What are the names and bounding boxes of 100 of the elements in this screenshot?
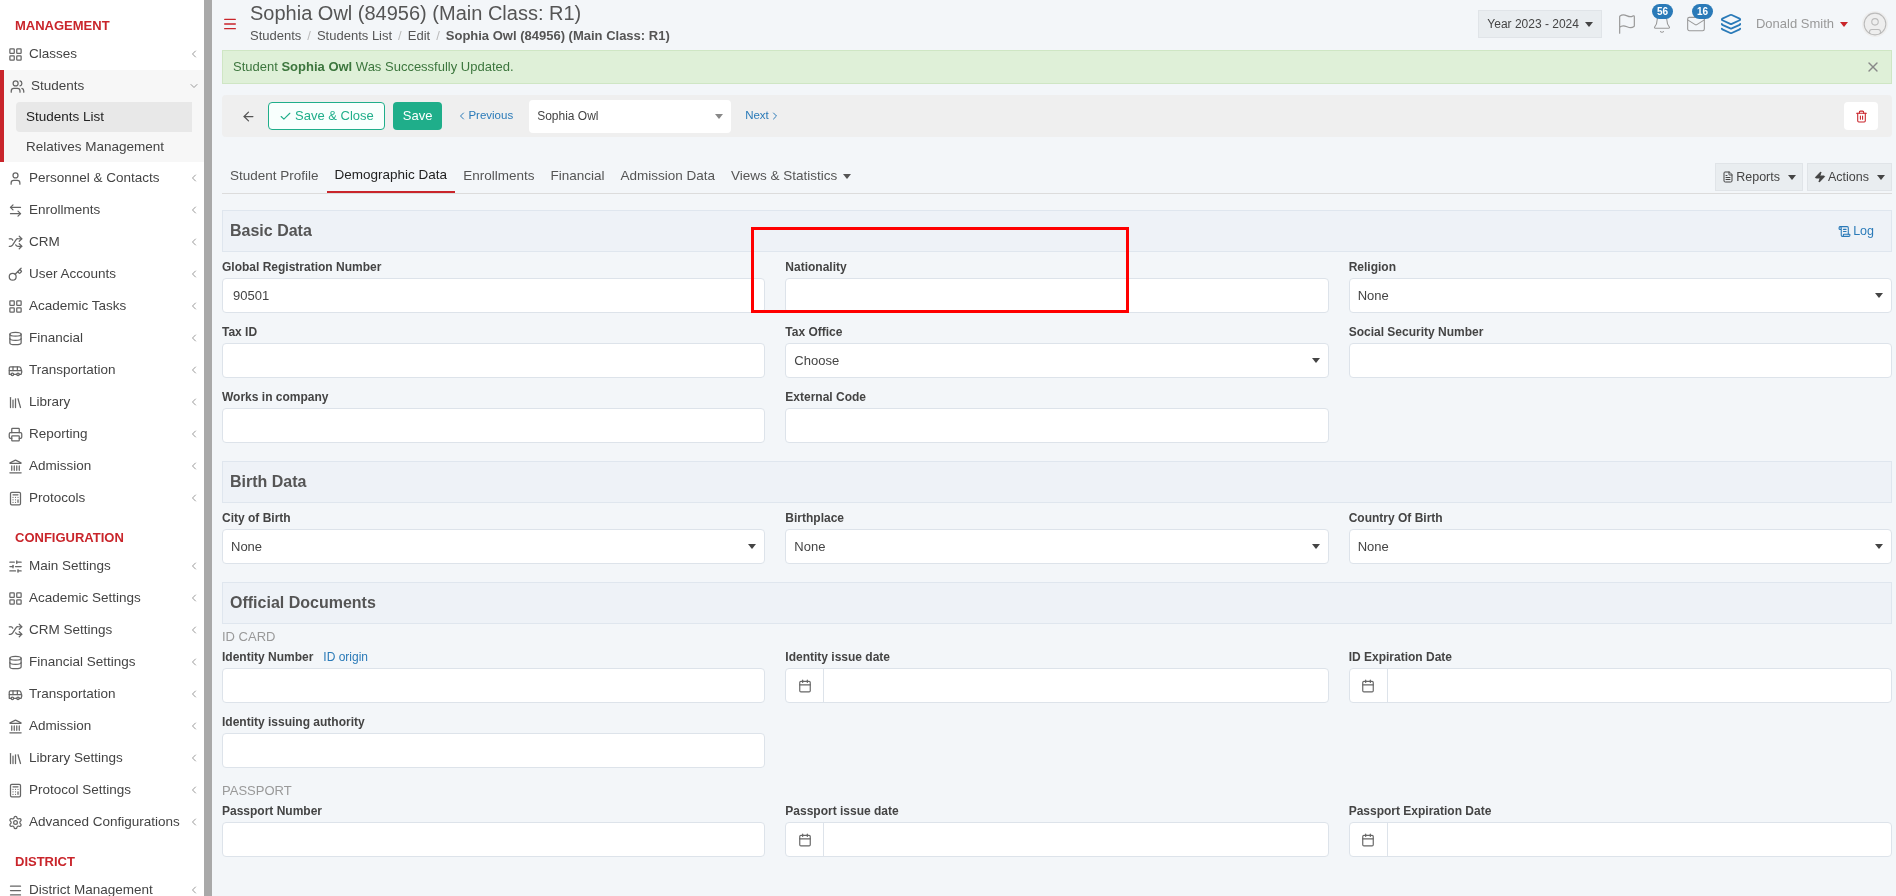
bank-icon (8, 718, 23, 734)
field-label: Religion (1348, 259, 1396, 276)
sidebar-subitem[interactable]: Relatives Management (16, 132, 192, 162)
tab[interactable]: Student Profile (222, 159, 327, 193)
sidebar-item-label: Main Settings (29, 556, 112, 575)
previous-link[interactable]: Previous (456, 107, 514, 125)
select-field[interactable]: None (785, 529, 1329, 564)
calendar-icon (1361, 832, 1376, 847)
caret-icon (843, 173, 852, 179)
message-badge: 16 (1691, 4, 1714, 19)
date-field[interactable] (785, 668, 1329, 703)
sidebar-item[interactable]: Personnel & Contacts (0, 162, 204, 194)
sidebar-item[interactable]: Library Settings (0, 742, 204, 774)
sidebar-item[interactable]: Admission (0, 450, 204, 482)
sidebar-item-label: Financial Settings (29, 652, 137, 671)
menu-icon[interactable] (222, 16, 238, 32)
input-field[interactable] (785, 278, 1329, 313)
sidebar-item[interactable]: Transportation (0, 354, 204, 386)
sidebar-item[interactable]: Financial (0, 322, 204, 354)
calendar-icon (1361, 678, 1376, 693)
caret-icon (1840, 22, 1848, 28)
field-label: Identity Number (222, 649, 314, 666)
field-label: Passport Number (222, 803, 323, 820)
reports-button[interactable]: Reports (1715, 163, 1803, 191)
sidebar-item[interactable]: Protocol Settings (0, 774, 204, 806)
date-field[interactable] (1348, 822, 1892, 857)
field-label: Tax ID (222, 324, 258, 341)
sidebar-item-label: Protocols (29, 488, 87, 507)
actions-button[interactable]: Actions (1807, 163, 1892, 191)
breadcrumb-item[interactable]: Edit (407, 26, 431, 46)
calculator-icon (8, 490, 23, 506)
mail-icon[interactable] (1685, 14, 1706, 34)
breadcrumb-item[interactable]: Students List (316, 26, 393, 46)
printer-icon (8, 426, 23, 442)
sidebar-item-label: Financial (29, 328, 85, 347)
sidebar-item[interactable]: Main Settings (0, 550, 204, 582)
grid-icon (8, 590, 23, 606)
student-select[interactable]: Sophia Owl (529, 99, 732, 133)
section-title: Birth Data (230, 472, 307, 492)
input-field[interactable]: 90501 (222, 278, 766, 313)
sidebar-item-label: Advanced Configurations (29, 812, 181, 831)
breadcrumb-item[interactable]: Students (250, 26, 302, 46)
date-field[interactable] (1348, 668, 1892, 703)
sidebar-item[interactable]: District Management (0, 874, 204, 896)
sidebar-item[interactable]: Academic Settings (0, 582, 204, 614)
sidebar-item[interactable]: Students (4, 70, 204, 102)
sidebar-item[interactable]: Financial Settings (0, 646, 204, 678)
input-field[interactable] (1348, 343, 1892, 378)
sidebar-subitem[interactable]: Students List (16, 102, 192, 132)
sidebar-item-label: Reporting (29, 424, 89, 443)
input-field[interactable] (222, 408, 766, 443)
input-field[interactable] (222, 343, 766, 378)
sidebar-item-label: Personnel & Contacts (29, 168, 161, 187)
sidebar-item-label: Protocol Settings (29, 780, 133, 799)
next-link[interactable]: Next (745, 107, 781, 125)
trash-icon (1854, 109, 1868, 123)
breadcrumb-separator: / (307, 27, 311, 46)
field-label: Passport issue date (785, 803, 899, 820)
input-field[interactable] (222, 733, 766, 768)
input-field[interactable] (222, 822, 766, 857)
date-field[interactable] (785, 822, 1329, 857)
id-origin-link[interactable]: ID origin (323, 648, 369, 666)
select-field[interactable]: Choose (785, 343, 1329, 378)
sidebar-item[interactable]: Protocols (0, 482, 204, 514)
page-title: Sophia Owl (84956) (Main Class: R1) (250, 2, 583, 25)
sidebar-item[interactable]: Reporting (0, 418, 204, 450)
sidebar-item[interactable]: Advanced Configurations (0, 806, 204, 838)
sidebar-item[interactable]: Admission (0, 710, 204, 742)
sidebar-item[interactable]: CRM Settings (0, 614, 204, 646)
layers-icon[interactable] (1719, 13, 1742, 35)
sidebar-item-label: CRM Settings (29, 620, 114, 639)
tab[interactable]: Demographic Data (326, 159, 456, 193)
input-field[interactable] (222, 668, 766, 703)
tab[interactable]: Enrollments (455, 159, 543, 193)
sidebar-item[interactable]: User Accounts (0, 258, 204, 290)
key-icon (8, 266, 23, 282)
log-link[interactable]: Log (1838, 221, 1874, 241)
sidebar-item-label: Library (29, 392, 72, 411)
select-field[interactable]: None (222, 529, 766, 564)
sidebar-item-label: Library Settings (29, 748, 124, 767)
tab[interactable]: Admission Data (612, 159, 723, 193)
delete-button[interactable] (1844, 102, 1878, 130)
sidebar-item[interactable]: Enrollments (0, 194, 204, 226)
sidebar-item[interactable]: Transportation (0, 678, 204, 710)
sidebar-item[interactable]: Academic Tasks (0, 290, 204, 322)
tab[interactable]: Views & Statistics (723, 159, 860, 193)
caret-icon (1875, 293, 1883, 298)
select-field[interactable]: None (1348, 278, 1892, 313)
sidebar-item[interactable]: Library (0, 386, 204, 418)
sidebar-item[interactable]: CRM (0, 226, 204, 258)
database-icon (8, 654, 23, 670)
sidebar-item[interactable]: Classes (0, 38, 204, 70)
sidebar-item-label: Academic Settings (29, 588, 142, 607)
select-field[interactable]: None (1348, 529, 1892, 564)
settings-icon (8, 814, 23, 830)
input-field[interactable] (785, 408, 1329, 443)
year-dropdown[interactable]: Year 2023 - 2024 (1478, 10, 1602, 38)
tab[interactable]: Financial (542, 159, 613, 193)
avatar-icon[interactable] (1862, 11, 1888, 37)
caret-icon (715, 114, 724, 120)
